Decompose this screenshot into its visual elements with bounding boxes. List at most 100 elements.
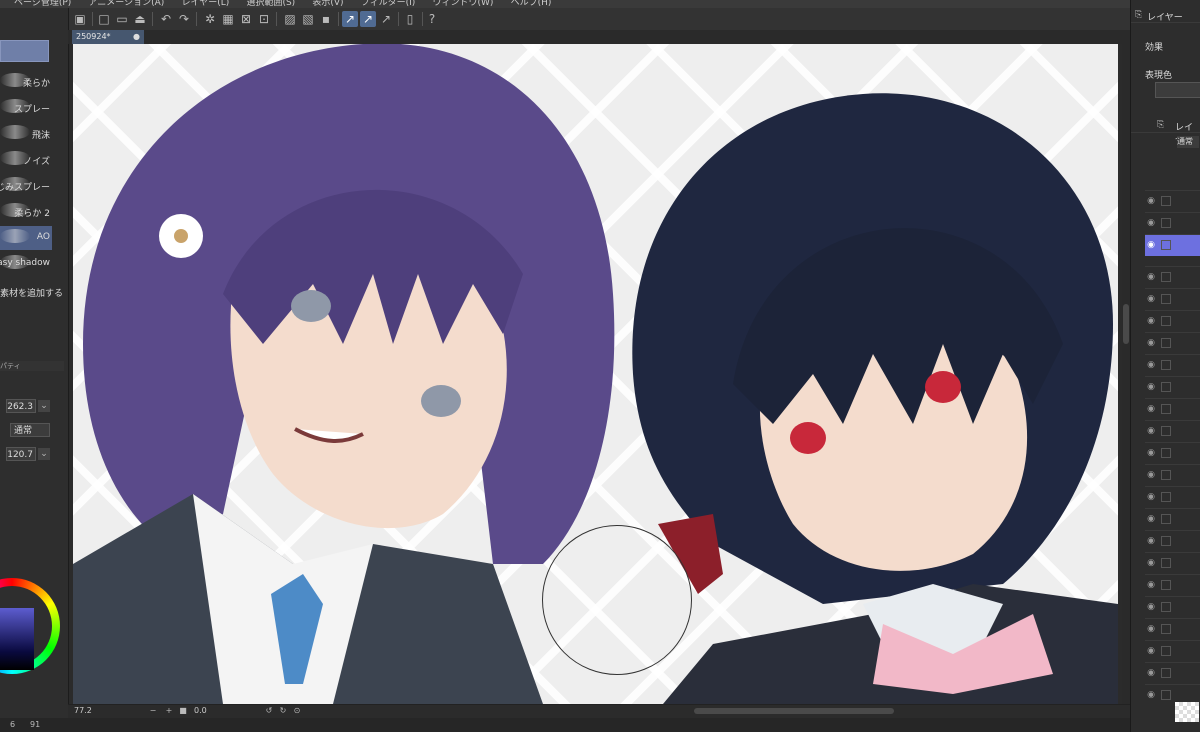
eye-icon[interactable]: ◉ (1145, 425, 1157, 437)
menu-item-selection[interactable]: 選択範囲(S) (246, 0, 295, 8)
layer-check[interactable] (1161, 580, 1171, 590)
add-material-link[interactable]: 素材を追加する (0, 286, 63, 299)
device-icon[interactable]: ▯ (402, 11, 418, 27)
layer-row[interactable]: ◉ (1145, 288, 1200, 310)
show-selection-icon[interactable]: ▨ (282, 11, 298, 27)
brush-item[interactable]: easy shadow (0, 252, 52, 276)
new-file-icon[interactable]: □ (96, 11, 112, 27)
layer-check[interactable] (1161, 602, 1171, 612)
rotation-value[interactable]: 0.0 (194, 705, 207, 717)
density-menu-icon[interactable]: ⌄ (38, 448, 50, 460)
layer-row[interactable]: ◉ (1145, 420, 1200, 442)
layer-row[interactable]: ◉ (1145, 442, 1200, 464)
help-icon[interactable]: ? (424, 11, 440, 27)
eye-icon[interactable]: ◉ (1145, 623, 1157, 635)
canvas-vertical-scrollbar[interactable] (1122, 44, 1130, 704)
menu-item-page[interactable]: ページ管理(P) (14, 0, 71, 8)
layer-row[interactable]: ◉ (1145, 398, 1200, 420)
layer-check[interactable] (1161, 240, 1171, 250)
layer-row[interactable]: ◉ (1145, 486, 1200, 508)
brush-item-selected[interactable]: AO (0, 226, 52, 250)
fill-icon[interactable]: ▦ (220, 11, 236, 27)
zoom-in-icon[interactable]: + (164, 706, 174, 716)
blend-mode-select[interactable]: 通常 (10, 423, 50, 437)
menu-item-animation[interactable]: アニメーション(A) (88, 0, 164, 8)
ruler-icon[interactable]: ▧ (300, 11, 316, 27)
layer-row[interactable]: ◉ (1145, 310, 1200, 332)
brush-group-header[interactable] (0, 40, 49, 62)
layer-check[interactable] (1161, 294, 1171, 304)
layer-row[interactable]: ◉ (1145, 332, 1200, 354)
layer-row[interactable]: ◉ (1145, 640, 1200, 662)
eye-icon[interactable]: ◉ (1145, 447, 1157, 459)
layer-row[interactable]: ◉ (1145, 552, 1200, 574)
eye-icon[interactable]: ◉ (1145, 469, 1157, 481)
deselect-icon[interactable]: ⊠ (238, 11, 254, 27)
layer-row[interactable]: ◉ (1145, 212, 1200, 234)
brush-size-menu-icon[interactable]: ⌄ (38, 400, 50, 412)
brush-item[interactable]: スプレー (0, 96, 52, 120)
rotate-left-icon[interactable]: ↺ (264, 706, 274, 716)
redo-icon[interactable]: ↷ (176, 11, 192, 27)
eye-icon[interactable]: ◉ (1145, 557, 1157, 569)
layer-check[interactable] (1161, 624, 1171, 634)
layer-check[interactable] (1161, 272, 1171, 282)
color-mode-select[interactable] (1155, 82, 1200, 98)
menu-item-layer[interactable]: レイヤー(L) (181, 0, 229, 8)
canvas-tab[interactable]: 250924* ● (72, 30, 144, 44)
brush-item[interactable]: ノイズ (0, 148, 52, 172)
layer-row[interactable]: ◉ (1145, 662, 1200, 684)
snap-ruler-icon[interactable]: ↗ (360, 11, 376, 27)
eye-icon[interactable]: ◉ (1145, 689, 1157, 701)
eye-icon[interactable]: ◉ (1145, 667, 1157, 679)
scroll-thumb[interactable] (1123, 304, 1129, 344)
fit-icon[interactable]: ■ (178, 706, 188, 716)
layer-row[interactable]: ◉ (1145, 618, 1200, 640)
layer-row[interactable]: ◉ (1145, 464, 1200, 486)
layer-check[interactable] (1161, 448, 1171, 458)
layer-check[interactable] (1161, 196, 1171, 206)
eye-icon[interactable]: ◉ (1145, 271, 1157, 283)
horizontal-scroll-thumb[interactable] (694, 708, 894, 714)
layer-check[interactable] (1161, 360, 1171, 370)
layer-check[interactable] (1161, 338, 1171, 348)
app-icon[interactable]: ▣ (72, 11, 88, 27)
layer-check[interactable] (1161, 426, 1171, 436)
layer-check[interactable] (1161, 218, 1171, 228)
brush-item[interactable]: 柔らか 2 (0, 200, 52, 224)
undo-icon[interactable]: ↶ (158, 11, 174, 27)
layer-check[interactable] (1161, 382, 1171, 392)
clear-icon[interactable]: ✲ (202, 11, 218, 27)
unsaved-dot-icon[interactable]: ● (133, 30, 140, 44)
layer-row[interactable]: ◉ (1145, 190, 1200, 212)
menu-item-filter[interactable]: フィルター(I) (361, 0, 416, 8)
eye-icon[interactable]: ◉ (1145, 217, 1157, 229)
menu-item-help[interactable]: ヘルプ(H) (511, 0, 552, 8)
flip-icon[interactable]: ⊙ (292, 706, 302, 716)
eye-icon[interactable]: ◉ (1145, 403, 1157, 415)
layer-row[interactable]: ◉ (1145, 354, 1200, 376)
eye-icon[interactable]: ◉ (1145, 315, 1157, 327)
layer-check[interactable] (1161, 536, 1171, 546)
brush-size-field[interactable]: 262.3 (6, 399, 36, 413)
transform-icon[interactable]: ⊡ (256, 11, 272, 27)
eye-icon[interactable]: ◉ (1145, 381, 1157, 393)
eye-icon[interactable]: ◉ (1145, 513, 1157, 525)
brush-item[interactable]: にじみスプレー (0, 174, 52, 198)
eye-icon[interactable]: ◉ (1145, 337, 1157, 349)
zoom-out-icon[interactable]: − (148, 706, 158, 716)
save-icon[interactable]: ⏏ (132, 11, 148, 27)
layer-row[interactable]: ◉ (1145, 266, 1200, 288)
blend-mode-select[interactable]: 通常 (1177, 136, 1199, 148)
layer-row[interactable]: ◉ (1145, 530, 1200, 552)
zoom-value[interactable]: 77.2 (74, 705, 92, 717)
layer-check[interactable] (1161, 404, 1171, 414)
snap-active-icon[interactable]: ↗ (342, 11, 358, 27)
eye-icon[interactable]: ◉ (1145, 195, 1157, 207)
eye-icon[interactable]: ◉ (1145, 491, 1157, 503)
menu-item-view[interactable]: 表示(V) (312, 0, 343, 8)
layer-check[interactable] (1161, 668, 1171, 678)
canvas[interactable] (73, 44, 1118, 704)
color-square[interactable] (0, 608, 34, 670)
eye-icon[interactable]: ◉ (1145, 601, 1157, 613)
